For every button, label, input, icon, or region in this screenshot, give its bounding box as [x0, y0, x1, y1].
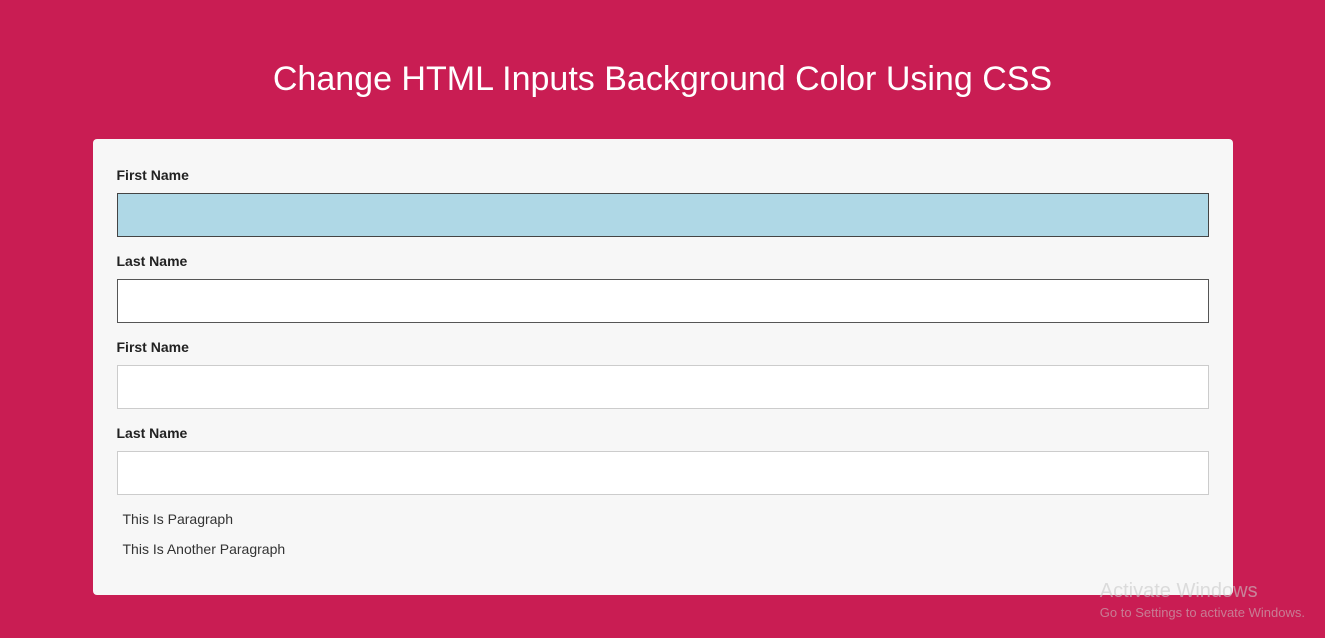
paragraph-1: This Is Paragraph: [123, 511, 1209, 527]
activate-windows-subtitle: Go to Settings to activate Windows.: [1100, 605, 1305, 620]
paragraph-2: This Is Another Paragraph: [123, 541, 1209, 557]
form-group-first-name-1: First Name: [117, 167, 1209, 237]
input-first-name-2[interactable]: [117, 365, 1209, 409]
input-last-name-1[interactable]: [117, 279, 1209, 323]
form-group-last-name-2: Last Name: [117, 425, 1209, 495]
label-last-name-2: Last Name: [117, 425, 1209, 441]
form-group-last-name-1: Last Name: [117, 253, 1209, 323]
page-title: Change HTML Inputs Background Color Usin…: [0, 0, 1325, 139]
label-last-name-1: Last Name: [117, 253, 1209, 269]
label-first-name-1: First Name: [117, 167, 1209, 183]
input-last-name-2[interactable]: [117, 451, 1209, 495]
form-group-first-name-2: First Name: [117, 339, 1209, 409]
input-first-name-1[interactable]: [117, 193, 1209, 237]
form-container: First Name Last Name First Name Last Nam…: [93, 139, 1233, 595]
label-first-name-2: First Name: [117, 339, 1209, 355]
